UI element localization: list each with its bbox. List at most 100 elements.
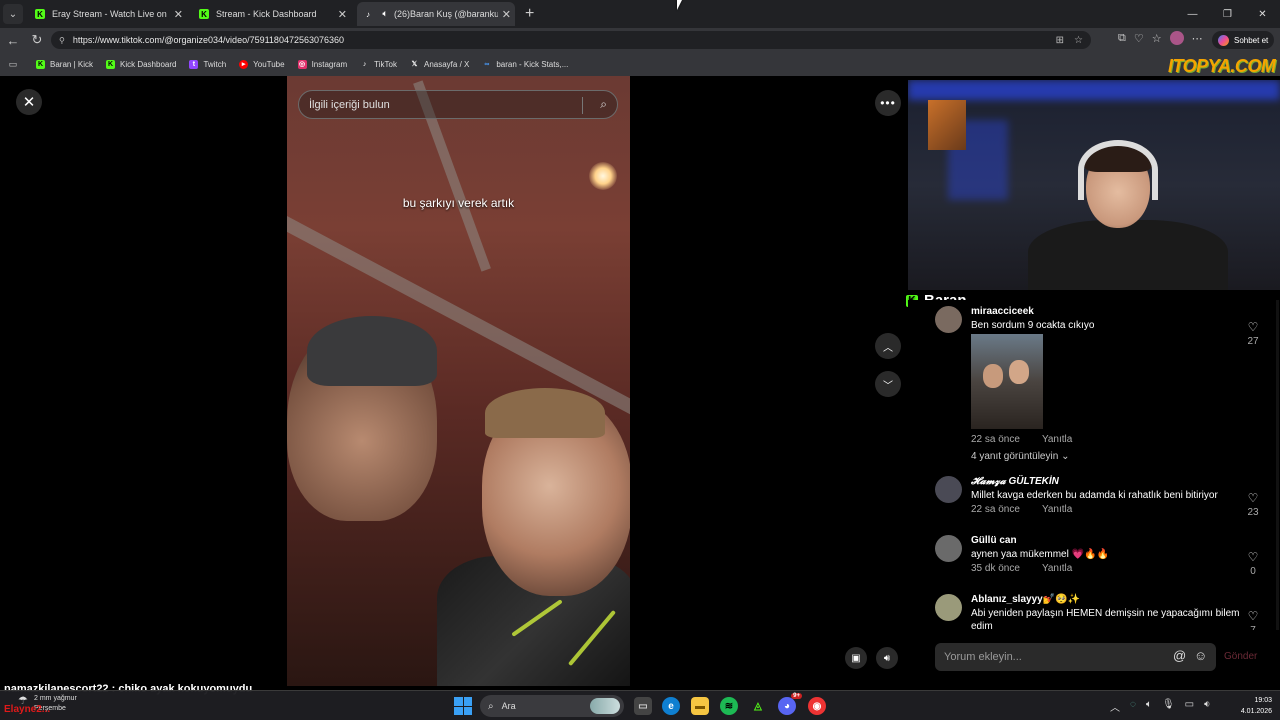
volume-icon[interactable]: 🔉︎ [1204, 699, 1210, 714]
site-info-icon[interactable]: ⚲ [59, 36, 65, 45]
view-replies-link[interactable]: 4 yanıt görüntüleyin ⌄ [971, 451, 1069, 462]
reply-link[interactable]: Yanıtla [1042, 504, 1072, 515]
wall-poster [928, 100, 966, 150]
edge-icon[interactable]: e [662, 697, 680, 715]
reload-button[interactable]: ↻ [26, 29, 48, 51]
comment-item: 𝓗𝓪𝓶𝔃𝓪 GÜLTEKİN Millet kavga ederken bu a… [935, 476, 1265, 518]
chevron-up-icon[interactable]: ︿ [1110, 699, 1120, 714]
discord-icon[interactable]: ◕ 9+ [778, 693, 802, 715]
heart-icon[interactable]: ♡ [1241, 320, 1265, 334]
heart-icon[interactable]: ♡ [1241, 491, 1265, 505]
reply-link[interactable]: Yanıtla [1042, 434, 1072, 445]
tiktok-icon: ♪ [362, 60, 367, 68]
like-count: 27 [1247, 336, 1259, 347]
close-icon[interactable]: ✕ [338, 8, 347, 21]
next-video-button[interactable]: ﹀ [875, 371, 901, 397]
file-explorer-icon[interactable]: ▬ [691, 697, 709, 715]
app-icon[interactable]: ◉ [808, 697, 826, 715]
spotify-icon[interactable]: ≋ [720, 697, 738, 715]
url-text[interactable]: https://www.tiktok.com/@organize034/vide… [73, 35, 344, 45]
volume-button[interactable]: 🔊︎ [876, 647, 898, 669]
mention-icon[interactable]: @ [1173, 648, 1186, 663]
floating-player-button[interactable]: ▣ [845, 647, 867, 669]
comments-scrollbar[interactable] [1276, 300, 1279, 630]
app-available-icon[interactable]: ⊞ [1056, 35, 1064, 46]
avatar[interactable] [935, 594, 962, 621]
tab-list-button[interactable]: ⌄ [3, 4, 23, 24]
start-button[interactable] [454, 697, 472, 715]
comment-item: Güllü can aynen yaa mükemmel 💗🔥🔥 ♡ 0 35 … [935, 535, 1265, 577]
window-close-button[interactable]: ✕ [1245, 0, 1280, 28]
restore-button[interactable]: ❐ [1210, 0, 1245, 28]
new-tab-button[interactable]: + [525, 5, 534, 23]
close-video-button[interactable]: ✕ [16, 89, 42, 115]
tab-eray-stream[interactable]: K Eray Stream - Watch Live on Kick ✕ [29, 2, 187, 26]
back-button[interactable]: ← [2, 29, 24, 51]
more-menu-icon[interactable]: ⋯ [1192, 32, 1203, 45]
like-count: 0 [1250, 566, 1256, 577]
task-view-icon[interactable]: ▭ [634, 697, 652, 715]
tab-tiktok[interactable]: ♪ 🔈︎ (26)Baran Kuş (@barankusss) ✕ [357, 2, 515, 26]
clock-time: 19:03 [1254, 697, 1272, 704]
comment-text: Abi yeniden paylaşın HEMEN demişsin ne y… [971, 608, 1240, 619]
more-options-button[interactable]: ••• [875, 90, 901, 116]
taskbar-search[interactable]: ⌕ Ara [480, 695, 624, 717]
profile-avatar[interactable] [1169, 31, 1184, 45]
comment-photo[interactable] [971, 334, 1043, 429]
search-icon[interactable]: ⌕ [600, 97, 607, 112]
bookmark-kick-dashboard[interactable]: K Kick Dashboard [105, 59, 176, 69]
avatar[interactable] [935, 476, 962, 503]
previous-video-button[interactable]: ︿ [875, 333, 901, 359]
speaker-icon[interactable]: 🔈︎ [380, 9, 390, 19]
send-button[interactable]: Gönder [1224, 651, 1257, 662]
extensions-icon[interactable]: ⧉ [1118, 32, 1126, 45]
avatar[interactable] [935, 306, 962, 333]
heart-icon[interactable]: ♡ [1241, 550, 1265, 564]
favorite-star-icon[interactable]: ☆ [1074, 35, 1083, 46]
network-icon[interactable]: ◌ [1130, 699, 1136, 714]
streamer-body [1028, 220, 1228, 290]
comment-text: Millet kavga ederken bu adamda ki rahatl… [971, 490, 1218, 501]
obs-icon[interactable]: ◬ [749, 697, 767, 715]
bookmark-kick-stats[interactable]: ∞ baran - Kick Stats,... [482, 60, 568, 69]
address-toolbar: ← ↻ ⚲ https://www.tiktok.com/@organize03… [0, 28, 1280, 52]
bookmark-instagram[interactable]: ◎ Instagram [297, 59, 348, 69]
bookmark-x[interactable]: 𝕏 Anasayfa / X [410, 60, 470, 69]
microphone-icon[interactable]: 🎙︎ [1162, 699, 1175, 714]
tiktok-icon: ♪ [366, 9, 370, 19]
clock[interactable]: 19:03 4.01.2026 [1232, 695, 1272, 717]
bookmark-label: Instagram [311, 59, 348, 69]
reply-link[interactable]: Yanıtla [1042, 563, 1072, 574]
speaker-icon[interactable]: 🔈︎ [1146, 699, 1152, 714]
avatar[interactable] [935, 535, 962, 562]
favorites-icon[interactable]: ☆ [1152, 32, 1162, 45]
comment-username[interactable]: Güllü can [971, 535, 1017, 546]
comment-username[interactable]: Ablanız_slayyy💅🥺✨ [971, 594, 1080, 605]
bookmark-youtube[interactable]: ▸ YouTube [239, 59, 285, 69]
comment-input[interactable]: Yorum ekleyin... @ ☺ [935, 643, 1216, 671]
bookmark-baran-kick[interactable]: K Baran | Kick [36, 59, 93, 69]
emoji-icon[interactable]: ☺ [1194, 648, 1207, 663]
heart-icon[interactable]: ♡ [1241, 609, 1265, 623]
bookmark-tiktok[interactable]: ♪ TikTok [360, 60, 397, 69]
close-icon[interactable]: ✕ [174, 8, 183, 21]
bookmark-label: Baran | Kick [50, 59, 93, 69]
video-player[interactable] [287, 76, 630, 686]
browser-essentials-icon[interactable]: ♡ [1134, 32, 1144, 45]
copilot-button[interactable]: Sohbet et [1212, 31, 1275, 49]
twitch-icon: t [189, 59, 199, 69]
address-bar[interactable]: ⚲ https://www.tiktok.com/@organize034/vi… [51, 31, 1091, 49]
tab-title: (26)Baran Kuş (@barankusss) [394, 9, 498, 19]
comment-username[interactable]: 𝓗𝓪𝓶𝔃𝓪 GÜLTEKİN [971, 476, 1059, 487]
comment-username[interactable]: miraacciceek [971, 306, 1034, 317]
bookmark-twitch[interactable]: t Twitch [189, 59, 226, 69]
reading-list-icon[interactable]: ▭ [2, 53, 24, 75]
tab-kick-dashboard[interactable]: K Stream - Kick Dashboard ✕ [193, 2, 351, 26]
clock-date: 4.01.2026 [1240, 708, 1272, 715]
minimize-button[interactable]: — [1175, 0, 1210, 28]
search-input[interactable]: İlgili içeriği bulun ⌕ [298, 90, 618, 119]
led-light [908, 80, 1280, 100]
tab-title: Stream - Kick Dashboard [216, 9, 317, 19]
display-icon[interactable]: ▭ [1185, 699, 1194, 714]
close-icon[interactable]: ✕ [502, 8, 511, 21]
